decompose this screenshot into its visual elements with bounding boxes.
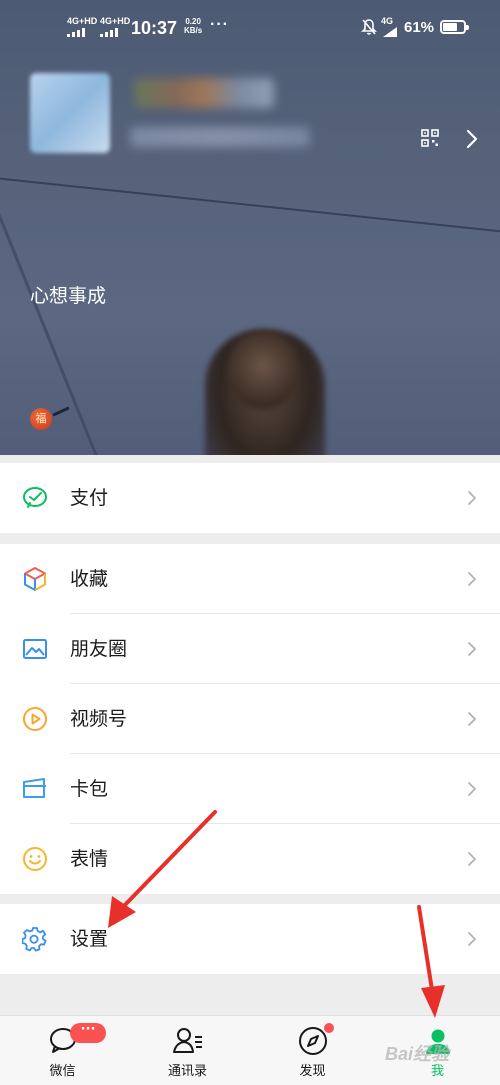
chevron-right-icon — [468, 852, 476, 866]
sticker-smile-icon — [23, 847, 47, 871]
list-group-settings: 设置 — [0, 904, 500, 974]
menu-item-label: 视频号 — [70, 708, 128, 730]
profile-cover[interactable] — [0, 0, 500, 455]
status-motto[interactable]: 心想事成 — [30, 281, 106, 308]
clock: 10:37 — [131, 18, 178, 38]
menu-item-favorites[interactable]: 收藏 — [0, 544, 500, 614]
menu-item-cards[interactable]: 卡包 — [0, 754, 500, 824]
tab-label: 微信 — [49, 1064, 76, 1079]
more-notifications: ··· — [210, 16, 229, 33]
watermark: Bai经验 — [385, 1044, 450, 1064]
channels-play-icon — [23, 707, 47, 731]
speed-value: 0.20 — [185, 17, 201, 26]
qr-code-icon[interactable] — [421, 129, 439, 147]
sim2-label: 4G+HD — [100, 16, 131, 26]
tab-chats[interactable]: 微信 — [0, 1016, 125, 1085]
menu-item-label: 收藏 — [70, 568, 109, 590]
list-group-pay: 支付 — [0, 463, 500, 533]
fu-badge[interactable]: 福 — [30, 408, 52, 430]
cover-photo-person-head — [228, 330, 298, 410]
tab-discover[interactable]: 发现 — [250, 1016, 375, 1085]
wechat-id-blurred — [130, 127, 310, 147]
gear-icon — [22, 927, 47, 952]
mute-bell-icon — [361, 19, 377, 35]
speed-unit: KB/s — [184, 26, 203, 35]
signal-icon — [100, 28, 118, 37]
moments-image-icon — [23, 639, 47, 659]
status-bar: 4G+HD 4G+HD 10:37 0.20 KB/s ··· 4G 61% — [0, 0, 500, 56]
pay-icon — [23, 487, 47, 508]
list-group-main: 收藏 朋友圈 视频号 卡包 表情 — [0, 544, 500, 894]
compass-icon — [298, 1027, 327, 1055]
network-speed: 0.20 KB/s — [184, 17, 202, 35]
signal-icon — [383, 27, 397, 37]
avatar[interactable] — [30, 73, 110, 153]
nickname-blurred — [134, 78, 274, 108]
chevron-right-icon[interactable] — [466, 129, 478, 149]
menu-item-pay[interactable]: 支付 — [0, 463, 500, 533]
discover-red-dot — [324, 1023, 334, 1033]
tab-label: 发现 — [299, 1064, 326, 1079]
chevron-right-icon — [468, 572, 476, 586]
card-wallet-icon — [23, 778, 46, 798]
signal-icon — [67, 28, 85, 37]
battery-percent: 61% — [404, 19, 435, 36]
menu-item-label: 表情 — [70, 848, 109, 870]
battery-icon — [440, 20, 469, 34]
chevron-right-icon — [468, 712, 476, 726]
menu-item-stickers[interactable]: 表情 — [0, 824, 500, 894]
contacts-icon — [172, 1028, 202, 1053]
chevron-right-icon — [468, 642, 476, 656]
chevron-right-icon — [468, 491, 476, 505]
sim-right-label: 4G — [381, 16, 394, 26]
menu-item-moments[interactable]: 朋友圈 — [0, 614, 500, 684]
menu-item-channels[interactable]: 视频号 — [0, 684, 500, 754]
tab-contacts[interactable]: 通讯录 — [125, 1016, 250, 1085]
menu-item-label: 卡包 — [70, 778, 109, 800]
menu-item-label: 朋友圈 — [70, 638, 128, 660]
sim1-label: 4G+HD — [67, 16, 98, 26]
unread-badge: ··· — [70, 1023, 106, 1043]
cover-wire — [0, 175, 500, 237]
chevron-right-icon — [468, 782, 476, 796]
tab-label: 通讯录 — [167, 1064, 207, 1079]
chevron-right-icon — [468, 932, 476, 946]
menu-item-label: 支付 — [70, 487, 109, 509]
menu-item-label: 设置 — [70, 928, 109, 950]
favorites-cube-icon — [24, 567, 46, 591]
menu-item-settings[interactable]: 设置 — [0, 904, 500, 974]
